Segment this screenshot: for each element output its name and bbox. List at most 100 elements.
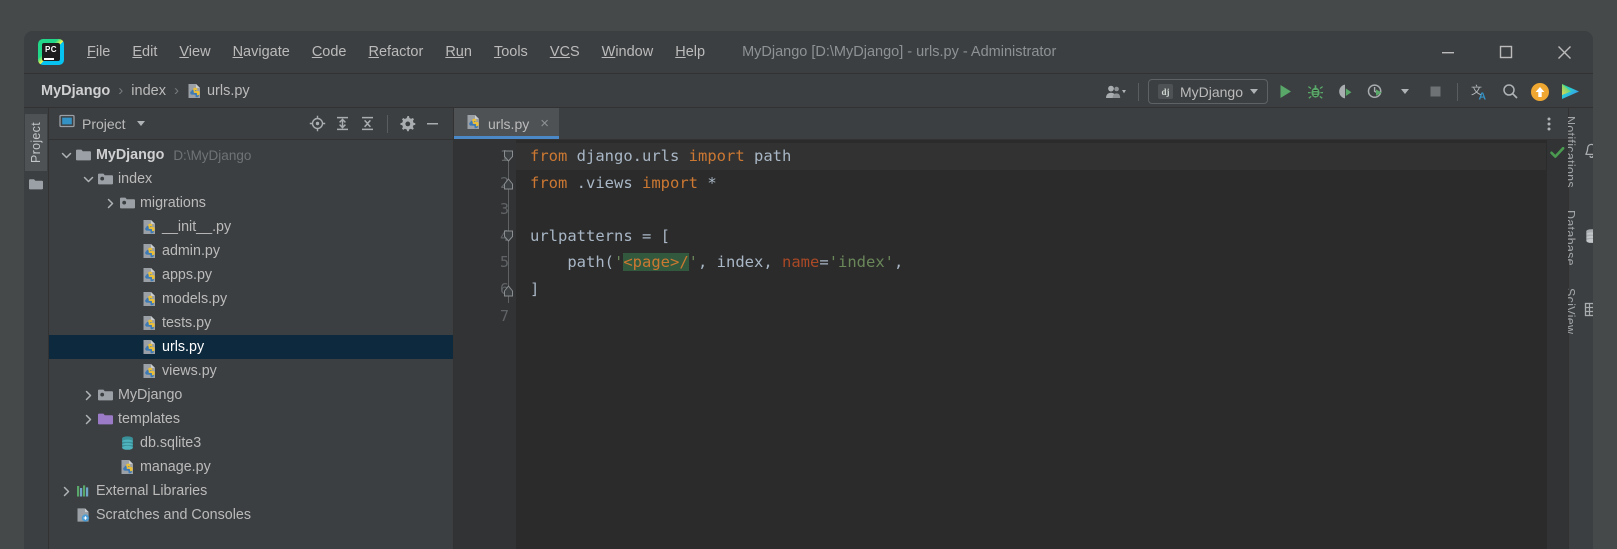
tree-item-manage-py[interactable]: manage.py (49, 455, 453, 479)
tree-item-mydjango[interactable]: MyDjango D:\MyDjango (49, 143, 453, 167)
code-token: * (707, 173, 717, 192)
menu-item-refactor[interactable]: Refactor (358, 40, 435, 64)
tree-twisty[interactable] (59, 486, 74, 497)
libraries-icon (77, 485, 89, 497)
menu-item-run[interactable]: Run (434, 40, 483, 64)
tree-item-urls-py[interactable]: urls.py (49, 335, 453, 359)
menu-label-rest: dit (142, 44, 158, 60)
menu-item-file[interactable]: File (76, 40, 121, 64)
tree-twisty[interactable] (103, 198, 118, 209)
tree-item-admin-py[interactable]: admin.py (49, 239, 453, 263)
sidebar-tab-project[interactable]: Project (25, 114, 47, 172)
minimize-button[interactable] (1419, 31, 1477, 73)
tree-twisty[interactable] (59, 150, 74, 161)
tree-item-label: Scratches and Consoles (96, 507, 251, 523)
code-line[interactable]: path('<page>/', index, name='index', (516, 249, 1546, 276)
python-file-icon (140, 339, 159, 355)
locate-file-button[interactable] (305, 111, 330, 136)
tree-item-external-libraries[interactable]: External Libraries (49, 479, 453, 503)
tree-item-db-sqlite3[interactable]: db.sqlite3 (49, 431, 453, 455)
project-panel-header: Project (49, 108, 453, 140)
menu-item-code[interactable]: Code (301, 40, 358, 64)
chevron-right-icon (107, 198, 114, 208)
tree-item-models-py[interactable]: models.py (49, 287, 453, 311)
python-file-icon (188, 83, 200, 98)
breadcrumb-item-index[interactable]: index (128, 81, 169, 101)
breadcrumb-label: index (131, 82, 166, 99)
menu-item-vcs[interactable]: VCS (539, 40, 591, 64)
collapse-all-button[interactable] (355, 111, 380, 136)
chevron-down-icon (1250, 89, 1258, 94)
code-line[interactable]: urlpatterns = [ (516, 223, 1546, 250)
stop-button[interactable] (1420, 77, 1450, 107)
expand-all-button[interactable] (330, 111, 355, 136)
tree-item-index[interactable]: index (49, 167, 453, 191)
close-icon[interactable]: × (540, 115, 549, 132)
menu-item-view[interactable]: View (168, 40, 221, 64)
code-token: import (688, 147, 754, 165)
tree-item-mydjango[interactable]: MyDjango (49, 383, 453, 407)
tree-item-views-py[interactable]: views.py (49, 359, 453, 383)
editor-gutter[interactable]: 1234567 (454, 140, 516, 549)
menu-mnemonic: W (601, 44, 616, 60)
code-line[interactable] (516, 196, 1546, 223)
expand-all-icon (337, 116, 348, 131)
tree-item-templates[interactable]: templates (49, 407, 453, 431)
svg-text:A: A (1478, 90, 1486, 101)
code-editor[interactable]: from django.urls import path from .views … (516, 140, 1546, 549)
translate-button[interactable]: 文 A (1465, 77, 1495, 107)
tree-item-tests-py[interactable]: tests.py (49, 311, 453, 335)
minimize-icon (1442, 52, 1454, 54)
toolbar-separator (1137, 82, 1139, 101)
profile-button[interactable] (1360, 77, 1390, 107)
chevron-down-icon[interactable] (136, 121, 145, 126)
tree-item-label: manage.py (140, 459, 211, 475)
inspection-strip[interactable] (1546, 140, 1568, 549)
code-line[interactable]: from django.urls import path (516, 143, 1546, 170)
editor-tab-label: urls.py (488, 115, 530, 132)
menu-item-edit[interactable]: Edit (121, 40, 168, 64)
minimize-icon (427, 123, 438, 125)
tree-item-apps-py[interactable]: apps.py (49, 263, 453, 287)
run-configuration-selector[interactable]: dj MyDjango (1147, 79, 1268, 104)
search-everywhere-button[interactable] (1495, 77, 1525, 107)
tree-item-migrations[interactable]: migrations (49, 191, 453, 215)
tree-twisty[interactable] (81, 414, 96, 425)
tree-item-label: __init__.py (162, 219, 232, 235)
right-tool-strip: Notifications Database SciView (1563, 108, 1593, 549)
run-coverage-button[interactable] (1330, 77, 1360, 107)
breadcrumb-item-urls-py[interactable]: urls.py (184, 81, 253, 101)
maximize-button[interactable] (1477, 31, 1535, 73)
tree-twisty[interactable] (81, 174, 96, 185)
code-line[interactable] (516, 303, 1546, 330)
menu-item-window[interactable]: Window (591, 40, 665, 64)
gear-icon (400, 116, 416, 132)
panel-separator (387, 114, 388, 133)
debug-button[interactable] (1300, 77, 1330, 107)
profile-dropdown-button[interactable] (1390, 77, 1420, 107)
code-line[interactable]: ] (516, 276, 1546, 303)
editor-options-button[interactable] (1540, 114, 1558, 139)
menu-label-rest: indow (615, 44, 654, 60)
close-button[interactable] (1535, 31, 1593, 73)
menu-item-navigate[interactable]: Navigate (222, 40, 301, 64)
menu-item-tools[interactable]: Tools (483, 40, 539, 64)
update-button[interactable] (1525, 77, 1555, 107)
tree-twisty[interactable] (81, 390, 96, 401)
project-tree[interactable]: MyDjango D:\MyDjango index migrations __init… (49, 140, 453, 549)
hide-panel-button[interactable] (420, 111, 445, 136)
editor-tab-urls-py[interactable]: urls.py × (454, 108, 559, 139)
fold-markers[interactable] (501, 143, 516, 549)
settings-button[interactable] (395, 111, 420, 136)
folder-icon[interactable] (28, 177, 44, 196)
run-button[interactable] (1270, 77, 1300, 107)
tree-item-scratches-and-consoles[interactable]: Scratches and Consoles (49, 503, 453, 527)
code-token: = (819, 253, 829, 272)
people-button[interactable] (1101, 77, 1131, 107)
tree-item---init---py[interactable]: __init__.py (49, 215, 453, 239)
menu-item-help[interactable]: Help (664, 40, 716, 64)
code-line[interactable]: from .views import * (516, 170, 1546, 197)
extra-plugin-button[interactable] (1555, 77, 1585, 107)
breadcrumb-item-mydjango[interactable]: MyDjango (38, 81, 113, 101)
chevron-right-icon (85, 390, 92, 400)
